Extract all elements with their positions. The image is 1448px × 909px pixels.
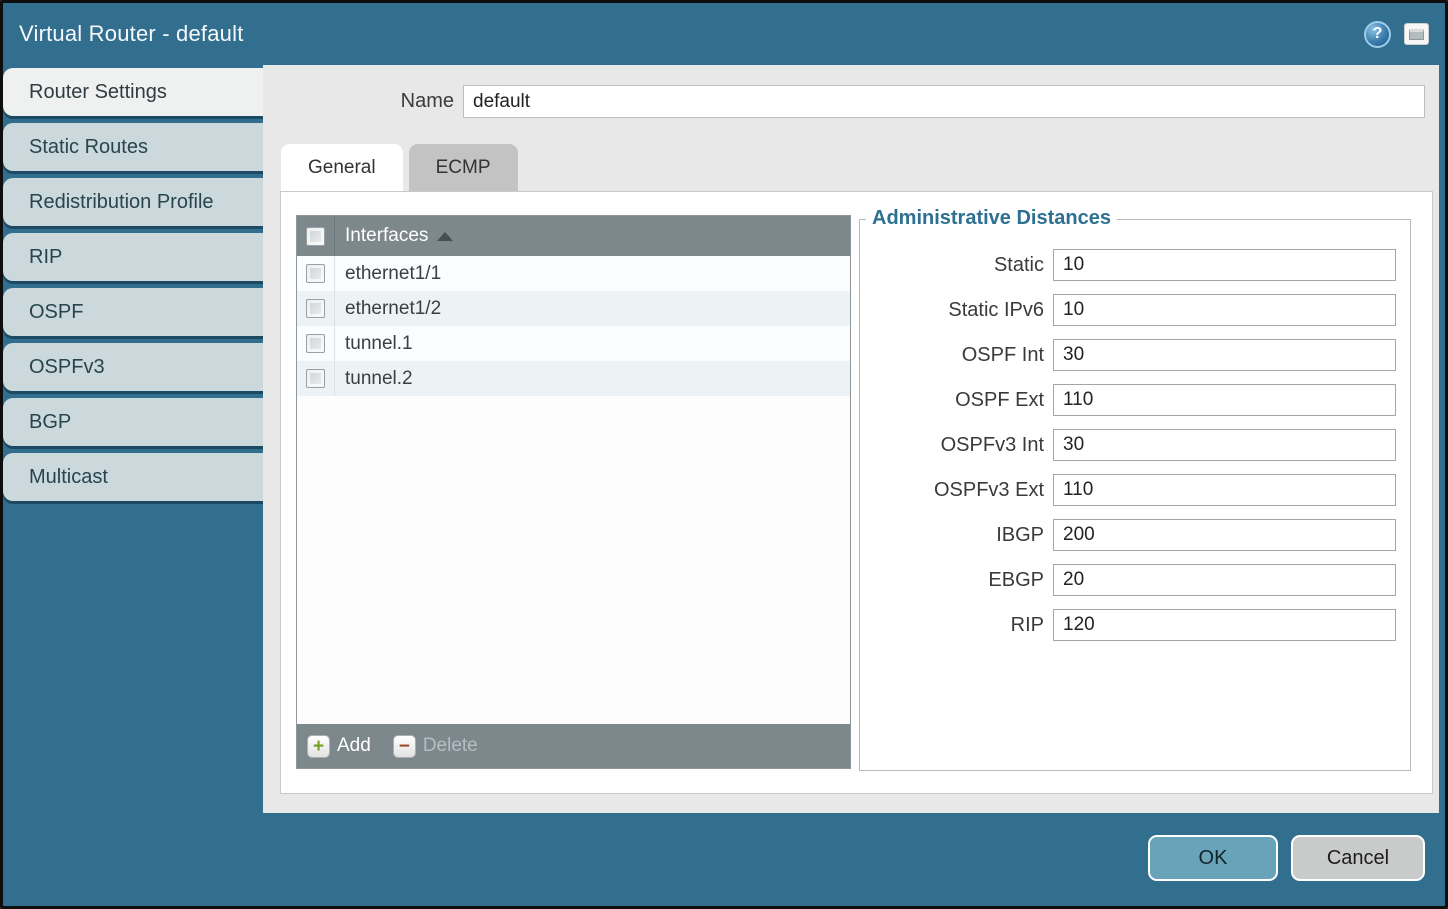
static-ipv6-label: Static IPv6: [948, 299, 1053, 322]
ospf-int-label: OSPF Int: [962, 344, 1053, 367]
field-row-rip: RIP: [860, 609, 1396, 641]
static-label: Static: [994, 254, 1053, 277]
cancel-button[interactable]: Cancel: [1291, 835, 1425, 881]
administrative-distances-legend: Administrative Distances: [866, 207, 1117, 230]
field-row-ospfv3-ext: OSPFv3 Ext: [860, 474, 1396, 506]
name-input[interactable]: [463, 85, 1425, 118]
interface-checkbox-ethernet1-2[interactable]: [306, 299, 325, 318]
delete-button[interactable]: − Delete: [393, 735, 478, 758]
add-button-label: Add: [337, 735, 371, 757]
rip-input[interactable]: [1053, 609, 1396, 641]
interface-row-tunnel-2[interactable]: tunnel.2: [297, 361, 850, 396]
interfaces-table-header: Interfaces: [297, 216, 850, 256]
interface-name: ethernet1/1: [335, 263, 441, 285]
help-icon[interactable]: ?: [1364, 21, 1391, 48]
interfaces-table-footer: + Add − Delete: [297, 724, 850, 768]
tab-ecmp[interactable]: ECMP: [409, 144, 518, 191]
minus-icon: −: [393, 735, 416, 758]
general-tab-panel: Interfaces ethernet1/1 ethernet1/2: [280, 191, 1433, 794]
name-label: Name: [263, 90, 463, 113]
rip-label: RIP: [1011, 614, 1053, 637]
sidebar: Router Settings Static Routes Redistribu…: [3, 68, 263, 501]
sort-ascending-icon: [437, 232, 453, 241]
router-settings-content: Name General ECMP Interfaces: [263, 65, 1439, 813]
ok-button[interactable]: OK: [1148, 835, 1278, 881]
field-row-static: Static: [860, 249, 1396, 281]
sidebar-item-bgp[interactable]: BGP: [3, 398, 263, 446]
select-all-cell: [297, 216, 335, 256]
window-icon-glyph: [1409, 29, 1424, 40]
tab-general[interactable]: General: [281, 144, 403, 191]
ibgp-label: IBGP: [996, 524, 1053, 547]
ospfv3-ext-input[interactable]: [1053, 474, 1396, 506]
checkbox-cell: [297, 256, 335, 291]
interface-row-ethernet1-2[interactable]: ethernet1/2: [297, 291, 850, 326]
ospfv3-int-input[interactable]: [1053, 429, 1396, 461]
administrative-distances-fields: Static Static IPv6 OSPF Int OSPF Ext: [860, 220, 1410, 641]
dialog-title: Virtual Router - default: [19, 21, 244, 47]
static-input[interactable]: [1053, 249, 1396, 281]
titlebar: Virtual Router - default ?: [3, 3, 1445, 65]
interface-checkbox-tunnel-2[interactable]: [306, 369, 325, 388]
ospf-ext-input[interactable]: [1053, 384, 1396, 416]
ibgp-input[interactable]: [1053, 519, 1396, 551]
virtual-router-dialog: Virtual Router - default ? Router Settin…: [0, 0, 1448, 909]
select-all-checkbox[interactable]: [306, 227, 325, 246]
interface-row-tunnel-1[interactable]: tunnel.1: [297, 326, 850, 361]
name-row: Name: [263, 85, 1425, 118]
ebgp-label: EBGP: [988, 569, 1053, 592]
field-row-ospfv3-int: OSPFv3 Int: [860, 429, 1396, 461]
ebgp-input[interactable]: [1053, 564, 1396, 596]
ospfv3-ext-label: OSPFv3 Ext: [934, 479, 1053, 502]
administrative-distances-section: Administrative Distances Static Static I…: [859, 219, 1411, 771]
field-row-ospf-ext: OSPF Ext: [860, 384, 1396, 416]
add-button[interactable]: + Add: [307, 735, 371, 758]
interfaces-column-label: Interfaces: [345, 225, 428, 247]
titlebar-icons: ?: [1364, 21, 1429, 48]
ospfv3-int-label: OSPFv3 Int: [941, 434, 1053, 457]
field-row-static-ipv6: Static IPv6: [860, 294, 1396, 326]
interface-name: tunnel.2: [335, 368, 413, 390]
interface-checkbox-ethernet1-1[interactable]: [306, 264, 325, 283]
static-ipv6-input[interactable]: [1053, 294, 1396, 326]
delete-button-label: Delete: [423, 735, 478, 757]
checkbox-cell: [297, 291, 335, 326]
sidebar-item-static-routes[interactable]: Static Routes: [3, 123, 263, 171]
tabstrip: General ECMP: [281, 144, 518, 191]
sidebar-item-multicast[interactable]: Multicast: [3, 453, 263, 501]
ospf-ext-label: OSPF Ext: [955, 389, 1053, 412]
sidebar-item-rip[interactable]: RIP: [3, 233, 263, 281]
interface-row-ethernet1-1[interactable]: ethernet1/1: [297, 256, 850, 291]
dialog-footer: OK Cancel: [1148, 835, 1425, 881]
checkbox-cell: [297, 361, 335, 396]
interface-name: tunnel.1: [335, 333, 413, 355]
sidebar-item-ospf[interactable]: OSPF: [3, 288, 263, 336]
field-row-ospf-int: OSPF Int: [860, 339, 1396, 371]
field-row-ebgp: EBGP: [860, 564, 1396, 596]
sidebar-item-ospfv3[interactable]: OSPFv3: [3, 343, 263, 391]
checkbox-cell: [297, 326, 335, 361]
field-row-ibgp: IBGP: [860, 519, 1396, 551]
ospf-int-input[interactable]: [1053, 339, 1396, 371]
sidebar-item-redistribution-profile[interactable]: Redistribution Profile: [3, 178, 263, 226]
interfaces-table: Interfaces ethernet1/1 ethernet1/2: [296, 215, 851, 769]
table-empty-area: [297, 396, 850, 724]
interfaces-column-header[interactable]: Interfaces: [335, 225, 453, 247]
window-icon[interactable]: [1404, 23, 1429, 45]
sidebar-item-router-settings[interactable]: Router Settings: [3, 68, 263, 116]
plus-icon: +: [307, 735, 330, 758]
interface-name: ethernet1/2: [335, 298, 441, 320]
interface-checkbox-tunnel-1[interactable]: [306, 334, 325, 353]
